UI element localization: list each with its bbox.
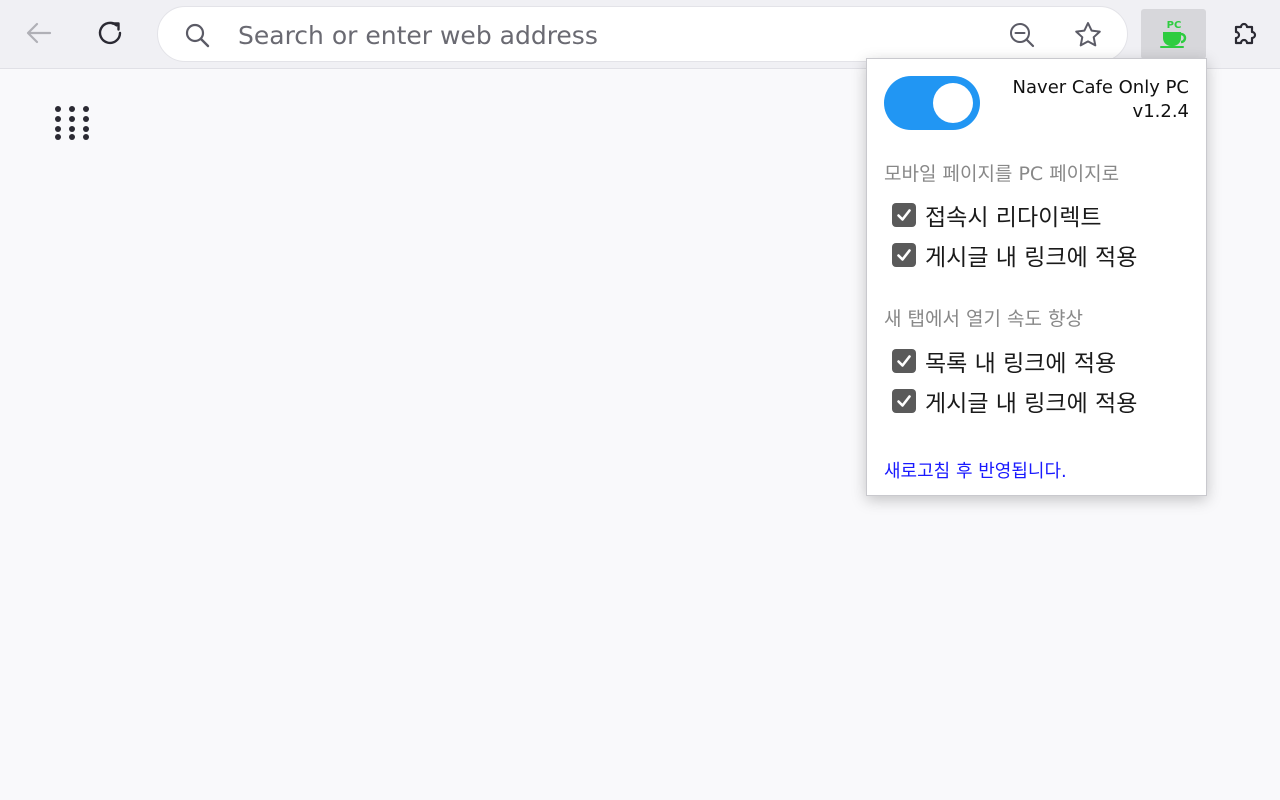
zoom-out-button[interactable] [1002, 17, 1042, 53]
search-icon [185, 23, 210, 48]
checkbox-checked[interactable] [892, 243, 916, 267]
checkbox-checked[interactable] [892, 203, 916, 227]
extension-title: Naver Cafe Only PC v1.2.4 [1013, 76, 1189, 124]
bookmark-star-button[interactable] [1068, 17, 1108, 53]
extension-version: v1.2.4 [1132, 101, 1189, 122]
extension-badge-text: PC [1166, 20, 1181, 31]
arrow-left-icon [26, 22, 52, 44]
toggle-knob [933, 83, 973, 123]
section-heading-new-tab-speed: 새 탭에서 열기 속도 향상 [884, 308, 1083, 330]
refresh-notice: 새로고침 후 반영됩니다. [884, 461, 1067, 482]
check-icon [897, 209, 911, 221]
enable-toggle[interactable] [884, 76, 980, 130]
checkbox-label: 게시글 내 링크에 적용 [925, 391, 1138, 417]
extension-popup: Naver Cafe Only PC v1.2.4 모바일 페이지를 PC 페이… [866, 58, 1207, 496]
checkbox-apply-post-links-2[interactable]: 게시글 내 링크에 적용 [892, 386, 1138, 417]
checkbox-redirect-on-access[interactable]: 접속시 리다이렉트 [892, 200, 1102, 231]
reload-icon [98, 21, 122, 45]
checkbox-checked[interactable] [892, 349, 916, 373]
checkbox-checked[interactable] [892, 389, 916, 413]
url-input[interactable] [238, 17, 998, 53]
checkbox-label: 접속시 리다이렉트 [925, 205, 1102, 231]
extension-name: Naver Cafe Only PC [1012, 77, 1189, 98]
apps-grid-icon[interactable] [55, 106, 89, 140]
checkbox-label: 게시글 내 링크에 적용 [925, 245, 1138, 271]
reload-button[interactable] [89, 11, 133, 55]
star-icon [1075, 22, 1101, 47]
url-bar[interactable] [157, 6, 1128, 62]
checkbox-apply-list-links[interactable]: 목록 내 링크에 적용 [892, 346, 1117, 377]
extensions-button[interactable] [1223, 11, 1267, 55]
check-icon [897, 395, 911, 407]
checkbox-apply-post-links-1[interactable]: 게시글 내 링크에 적용 [892, 240, 1138, 271]
zoom-out-icon [1010, 23, 1035, 48]
back-button[interactable] [17, 11, 61, 55]
checkbox-label: 목록 내 링크에 적용 [925, 351, 1117, 377]
check-icon [897, 355, 911, 367]
pc-cup-icon: PC [1159, 20, 1186, 48]
naver-cafe-pc-extension-button[interactable]: PC [1141, 9, 1206, 59]
check-icon [897, 249, 911, 261]
puzzle-icon [1234, 22, 1257, 45]
section-heading-mobile-to-pc: 모바일 페이지를 PC 페이지로 [884, 163, 1120, 185]
